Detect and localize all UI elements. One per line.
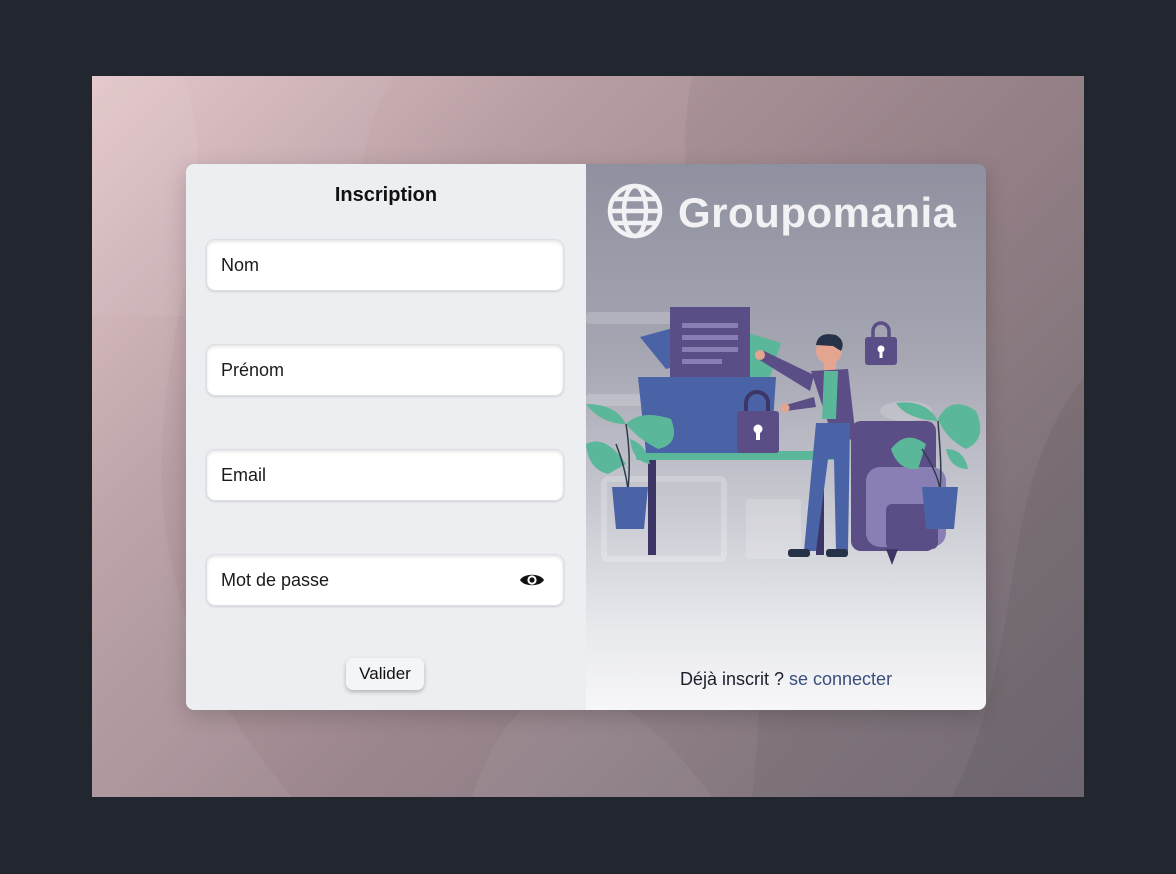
form-title: Inscription (334, 184, 438, 206)
submit-button[interactable]: Valider (346, 658, 424, 690)
lock-icon (865, 321, 897, 365)
brand-name: Groupomania (678, 189, 957, 236)
email-field (206, 449, 564, 501)
login-prompt: Déjà inscrit ? se connecter (586, 669, 986, 690)
password-input[interactable] (207, 555, 563, 605)
email-input[interactable] (207, 450, 563, 500)
brand-panel: Groupomania Déjà inscrit ? se connecter (586, 164, 986, 710)
prenom-field (206, 344, 564, 396)
login-prompt-text: Déjà inscrit ? (679, 669, 784, 689)
signup-card: Inscription Valider (186, 164, 986, 710)
office-security-illustration (586, 307, 981, 565)
globe-icon (606, 182, 664, 245)
plant-icon (586, 404, 675, 529)
signup-form-panel: Inscription Valider (186, 164, 586, 710)
eye-icon[interactable] (519, 570, 545, 590)
login-link[interactable]: se connecter (789, 669, 892, 689)
brand-logo: Groupomania (606, 182, 957, 245)
prenom-input[interactable] (207, 345, 563, 395)
nom-field (206, 239, 564, 291)
password-field (206, 554, 564, 606)
nom-input[interactable] (207, 240, 563, 290)
